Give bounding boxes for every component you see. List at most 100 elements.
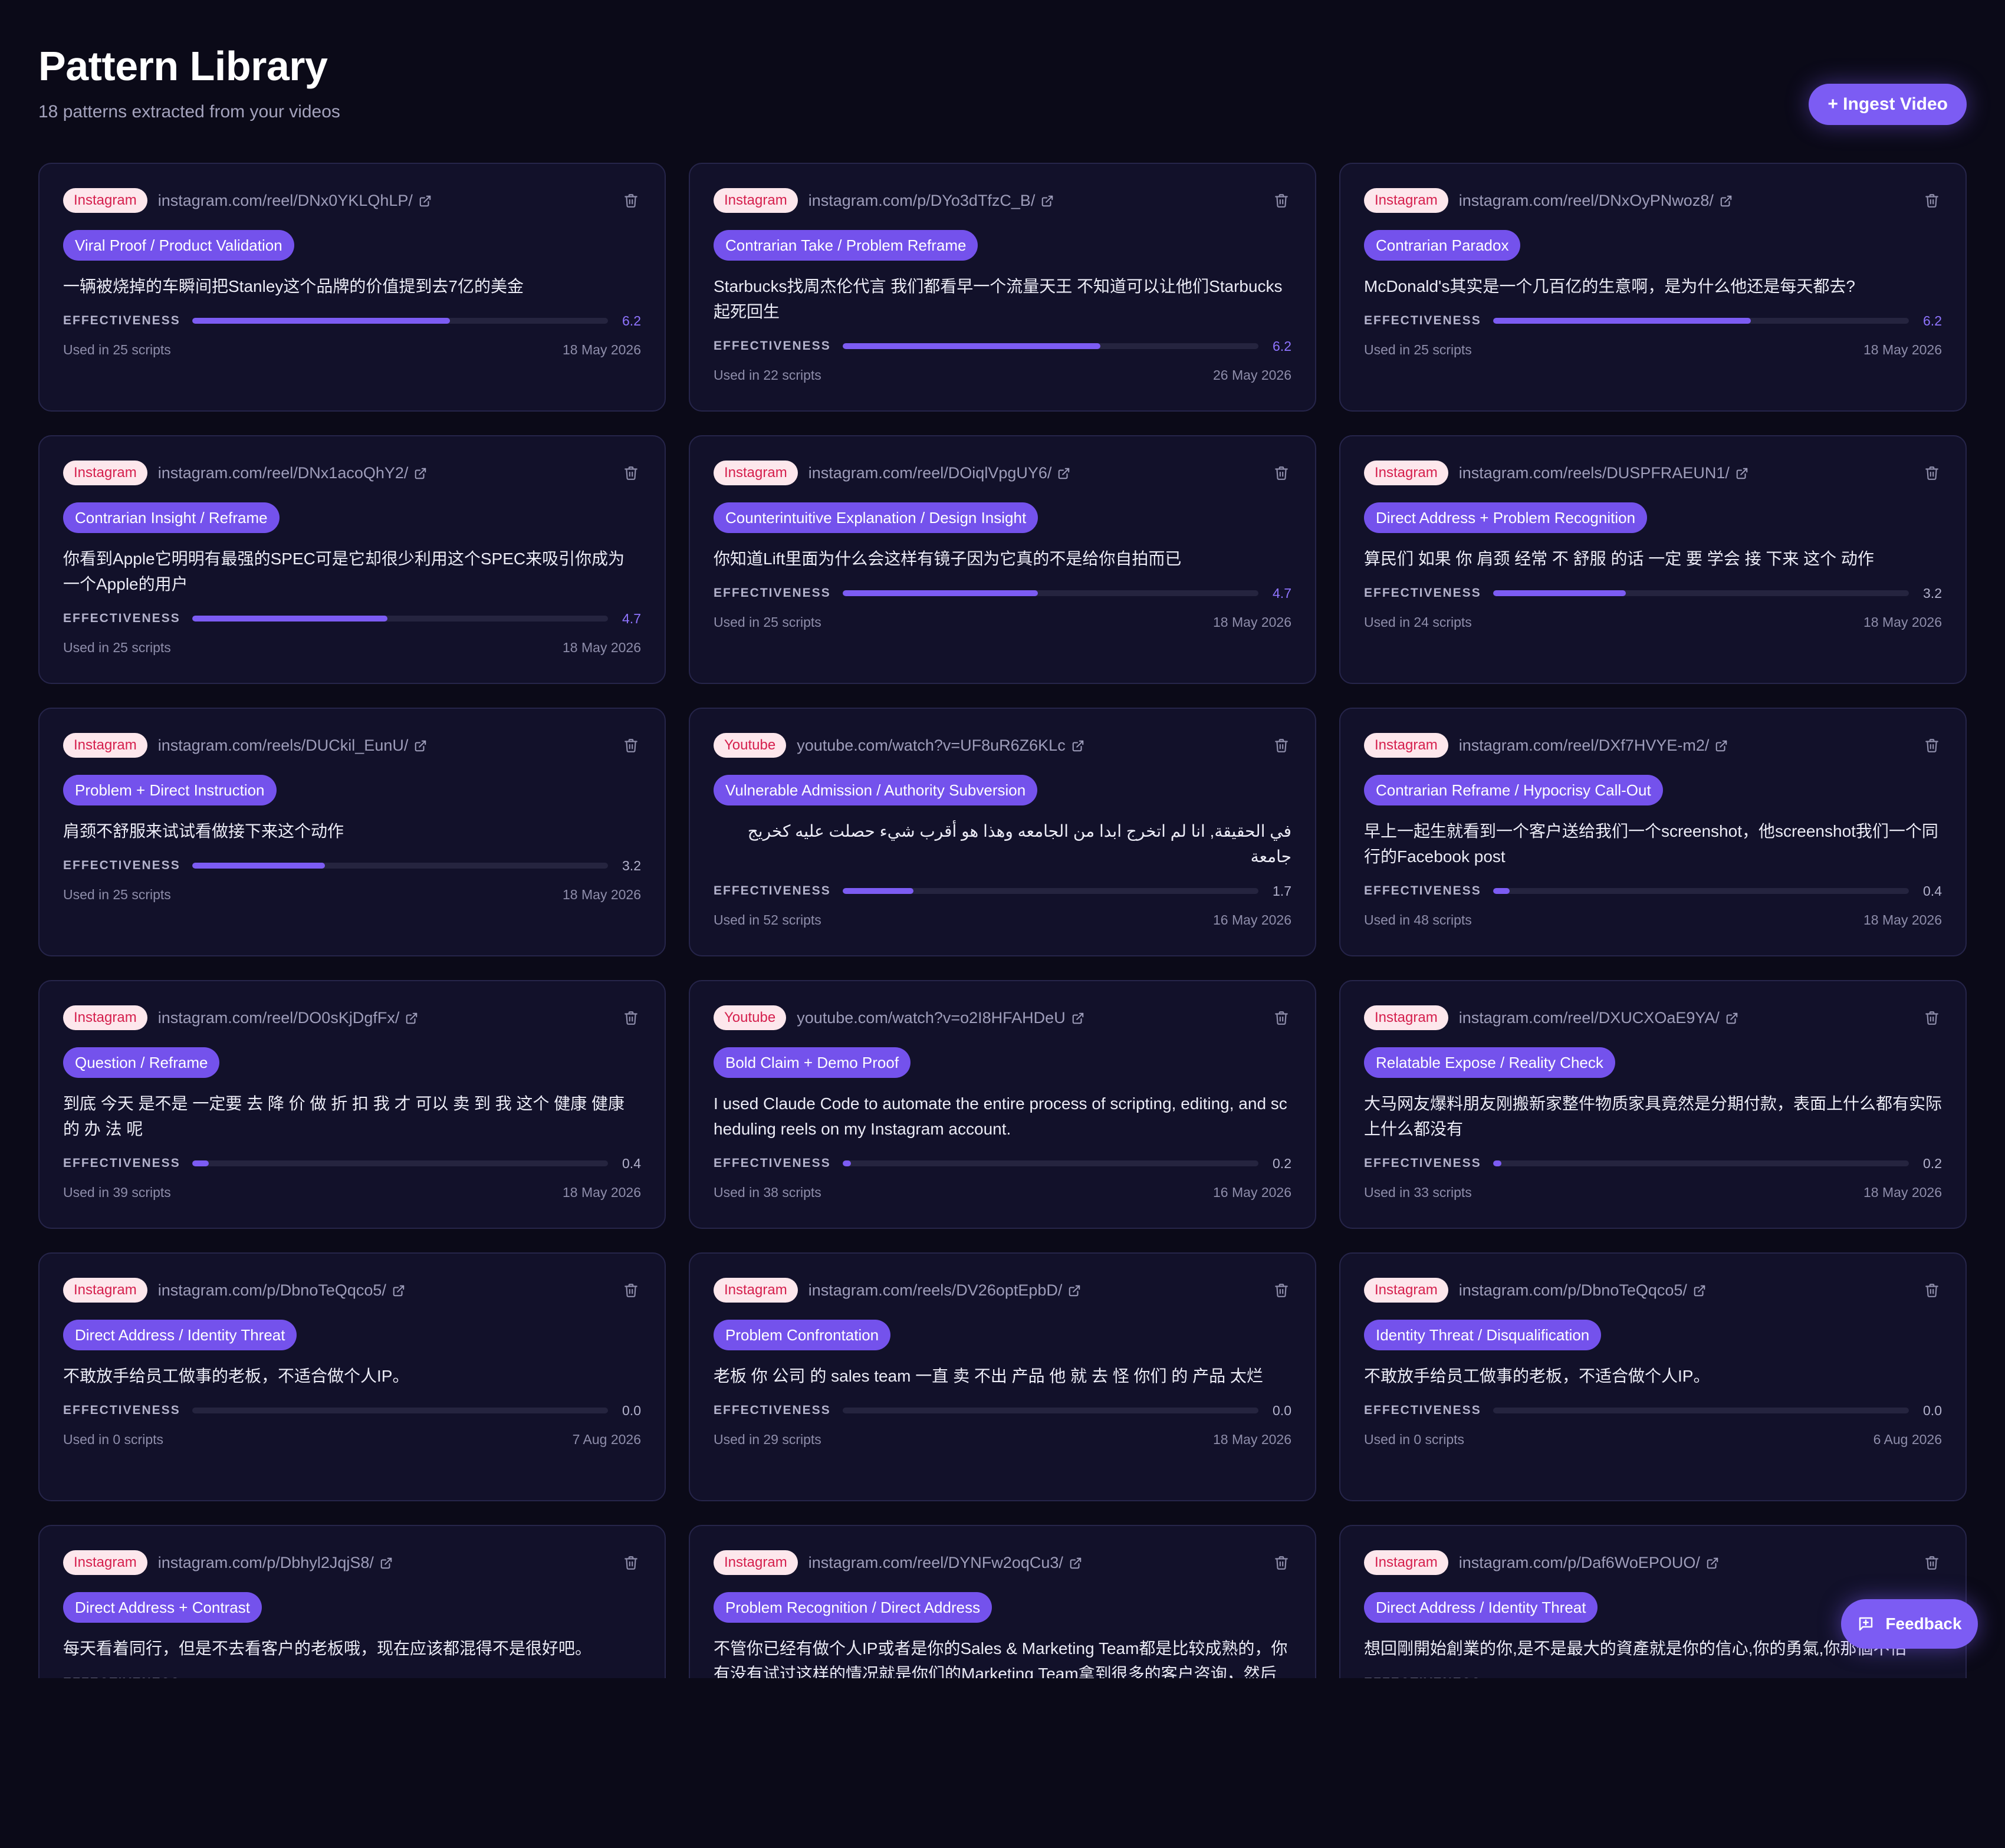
card-header: Instagram instagram.com/p/Dbhyl2JqjS8/ xyxy=(63,1548,641,1577)
pattern-card[interactable]: Instagram instagram.com/reels/DUCkil_EunU… xyxy=(38,708,666,956)
external-link-icon[interactable] xyxy=(1068,1284,1081,1297)
pattern-card[interactable]: Instagram instagram.com/reel/DYNFw2oqCu3/… xyxy=(689,1525,1316,1678)
source-link[interactable]: youtube.com/watch?v=o2I8HFAHDeU xyxy=(797,1009,1084,1027)
source-link[interactable]: instagram.com/p/DbnoTeQqco5/ xyxy=(1459,1281,1706,1300)
source-link[interactable]: instagram.com/p/DYo3dTfzC_B/ xyxy=(808,192,1054,210)
hook-text: 一辆被烧掉的车瞬间把Stanley这个品牌的价值提到去7亿的美金 xyxy=(63,277,524,295)
platform-badge: Instagram xyxy=(1364,461,1448,485)
tag-row: Contrarian Paradox xyxy=(1364,230,1942,261)
card-meta: Used in 25 scripts 18 May 2026 xyxy=(63,885,641,904)
effectiveness-row: EFFECTIVENESS 0.4 xyxy=(1364,882,1942,900)
feedback-button[interactable]: Feedback xyxy=(1841,1599,1978,1649)
card-header: Instagram instagram.com/reel/DNxOyPNwoz8/ xyxy=(1364,186,1942,215)
ingest-video-button[interactable]: + Ingest Video xyxy=(1809,84,1967,125)
created-date: 18 May 2026 xyxy=(1863,614,1942,630)
delete-pattern-button[interactable] xyxy=(1271,735,1291,755)
delete-pattern-button[interactable] xyxy=(1271,463,1291,483)
pattern-tag: Direct Address + Problem Recognition xyxy=(1364,502,1648,533)
external-link-icon[interactable] xyxy=(1071,739,1084,752)
source-link[interactable]: instagram.com/reel/DO0sKjDgfFx/ xyxy=(158,1009,419,1027)
external-link-icon[interactable] xyxy=(1071,1012,1084,1025)
external-link-icon[interactable] xyxy=(419,195,432,208)
delete-pattern-button[interactable] xyxy=(1271,1280,1291,1300)
external-link-icon[interactable] xyxy=(1706,1557,1719,1570)
external-link-icon[interactable] xyxy=(414,467,427,480)
source-link[interactable]: instagram.com/reel/DNx0YKLQhLP/ xyxy=(158,192,432,210)
external-link-icon[interactable] xyxy=(1041,195,1054,208)
source-url-text: instagram.com/reels/DUCkil_EunU/ xyxy=(157,736,409,754)
pattern-card[interactable]: Instagram instagram.com/p/DbnoTeQqco5/Dir… xyxy=(38,1252,666,1501)
delete-pattern-button[interactable] xyxy=(621,190,641,211)
delete-pattern-button[interactable] xyxy=(1922,463,1942,483)
source-link[interactable]: instagram.com/reel/DNxOyPNwoz8/ xyxy=(1459,192,1733,210)
source-link[interactable]: instagram.com/reels/DUCkil_EunU/ xyxy=(158,736,428,755)
delete-pattern-button[interactable] xyxy=(621,1008,641,1028)
delete-pattern-button[interactable] xyxy=(621,1553,641,1573)
effectiveness-value: 6.2 xyxy=(622,313,641,328)
delete-pattern-button[interactable] xyxy=(1922,1553,1942,1573)
pattern-card[interactable]: Youtube youtube.com/watch?v=o2I8HFAHDeU Bo… xyxy=(689,980,1316,1229)
usage-count: Used in 48 scripts xyxy=(1364,912,1472,928)
source-link[interactable]: instagram.com/p/Daf6WoEPOUO/ xyxy=(1459,1554,1719,1572)
external-link-icon[interactable] xyxy=(1720,195,1733,208)
external-link-icon[interactable] xyxy=(1736,467,1748,480)
pattern-card[interactable]: Instagram instagram.com/reel/DNxOyPNwoz8/… xyxy=(1339,163,1967,412)
platform-badge: Instagram xyxy=(714,1278,798,1303)
source-link[interactable]: instagram.com/reel/DYNFw2oqCu3/ xyxy=(808,1554,1082,1572)
effectiveness-row: EFFECTIVENESS 0.4 xyxy=(63,1155,641,1172)
delete-pattern-button[interactable] xyxy=(1271,1008,1291,1028)
external-link-icon[interactable] xyxy=(1693,1284,1706,1297)
effectiveness-label: EFFECTIVENESS xyxy=(1364,884,1481,897)
source-link[interactable]: youtube.com/watch?v=UF8uR6Z6KLc xyxy=(797,736,1084,755)
pattern-card[interactable]: Instagram instagram.com/p/DYo3dTfzC_B/Con… xyxy=(689,163,1316,412)
effectiveness-label: EFFECTIVENESS xyxy=(63,859,180,872)
delete-pattern-button[interactable] xyxy=(621,1280,641,1300)
external-link-icon[interactable] xyxy=(1725,1012,1738,1025)
delete-pattern-button[interactable] xyxy=(621,463,641,483)
source-link[interactable]: instagram.com/reel/DXUCXOaE9YA/ xyxy=(1459,1009,1738,1027)
pattern-card[interactable]: Instagram instagram.com/reel/DNx0YKLQhLP/… xyxy=(38,163,666,412)
created-date: 6 Aug 2026 xyxy=(1873,1432,1942,1447)
pattern-card[interactable]: Instagram instagram.com/reel/DNx1acoQhY2/… xyxy=(38,435,666,684)
delete-pattern-button[interactable] xyxy=(621,735,641,755)
pattern-card[interactable]: Instagram instagram.com/reel/DXf7HVYE-m2/… xyxy=(1339,708,1967,956)
pattern-card[interactable]: Instagram instagram.com/reels/DV26optEpbD… xyxy=(689,1252,1316,1501)
pattern-card[interactable]: Instagram instagram.com/p/Dbhyl2JqjS8/Dir… xyxy=(38,1525,666,1678)
source-link[interactable]: instagram.com/reel/DNx1acoQhY2/ xyxy=(158,464,428,482)
source-link[interactable]: instagram.com/reels/DV26optEpbD/ xyxy=(808,1281,1082,1300)
pattern-card[interactable]: Youtube youtube.com/watch?v=UF8uR6Z6KLc Vu… xyxy=(689,708,1316,956)
source-link[interactable]: instagram.com/reel/DXf7HVYE-m2/ xyxy=(1459,736,1728,755)
delete-pattern-button[interactable] xyxy=(1271,190,1291,211)
effectiveness-bar-fill xyxy=(842,343,1100,349)
created-date: 18 May 2026 xyxy=(563,342,641,357)
source-link[interactable]: instagram.com/reels/DUSPFRAEUN1/ xyxy=(1459,464,1748,482)
external-link-icon[interactable] xyxy=(1715,739,1728,752)
external-link-icon[interactable] xyxy=(1069,1557,1082,1570)
effectiveness-bar xyxy=(1493,590,1909,596)
delete-pattern-button[interactable] xyxy=(1922,735,1942,755)
external-link-icon[interactable] xyxy=(392,1284,405,1297)
hook-text: Starbucks找周杰伦代言 我们都看早一个流量天王 不知道可以让他们Star… xyxy=(714,277,1283,321)
delete-pattern-button[interactable] xyxy=(1922,1008,1942,1028)
pattern-card[interactable]: Instagram instagram.com/reels/DUSPFRAEUN1… xyxy=(1339,435,1967,684)
source-url-text: instagram.com/reel/DNxOyPNwoz8/ xyxy=(1458,191,1714,209)
usage-count: Used in 0 scripts xyxy=(1364,1432,1465,1447)
pattern-tag: Vulnerable Admission / Authority Subvers… xyxy=(714,775,1038,805)
source-link[interactable]: instagram.com/reel/DOiqlVpgUY6/ xyxy=(808,464,1071,482)
external-link-icon[interactable] xyxy=(405,1012,418,1025)
tag-row: Identity Threat / Disqualification xyxy=(1364,1320,1942,1350)
pattern-card[interactable]: Instagram instagram.com/p/DbnoTeQqco5/Ide… xyxy=(1339,1252,1967,1501)
external-link-icon[interactable] xyxy=(1057,467,1070,480)
pattern-card[interactable]: Instagram instagram.com/reel/DOiqlVpgUY6/… xyxy=(689,435,1316,684)
delete-pattern-button[interactable] xyxy=(1922,1280,1942,1300)
pattern-card[interactable]: Instagram instagram.com/reel/DO0sKjDgfFx/… xyxy=(38,980,666,1229)
external-link-icon[interactable] xyxy=(414,739,427,752)
trash-icon xyxy=(1925,1011,1938,1025)
pattern-tag: Problem Confrontation xyxy=(714,1320,891,1350)
source-link[interactable]: instagram.com/p/Dbhyl2JqjS8/ xyxy=(158,1554,393,1572)
delete-pattern-button[interactable] xyxy=(1922,190,1942,211)
external-link-icon[interactable] xyxy=(380,1557,393,1570)
delete-pattern-button[interactable] xyxy=(1271,1553,1291,1573)
source-link[interactable]: instagram.com/p/DbnoTeQqco5/ xyxy=(158,1281,405,1300)
pattern-card[interactable]: Instagram instagram.com/reel/DXUCXOaE9YA/… xyxy=(1339,980,1967,1229)
